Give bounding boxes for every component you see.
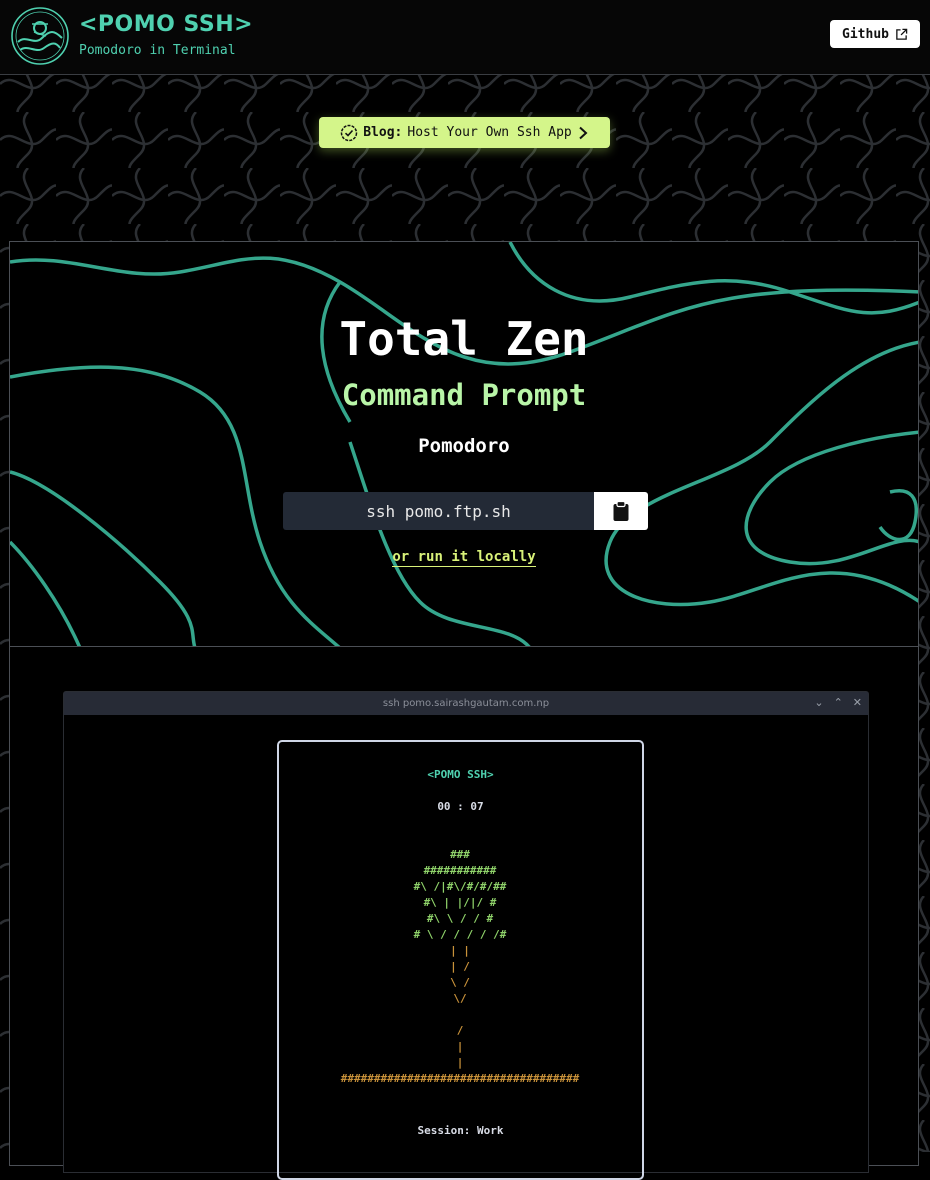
tree-line: |	[457, 1040, 464, 1053]
ssh-command-field[interactable]: ssh pomo.ftp.sh	[283, 492, 594, 530]
hero-section: Total Zen Command Prompt Pomodoro ssh po…	[9, 241, 919, 647]
site-header: <POMO SSH> Pomodoro in Terminal Github	[0, 0, 930, 75]
tree-line: ###########	[424, 864, 497, 877]
pomo-app-frame: <POMO SSH> 00 : 07 ### ########### #\ /|#\…	[277, 740, 644, 1180]
terminal-window: ssh pomo.sairashgautam.com.np ⌄ ⌃ ✕ <POM…	[63, 691, 869, 1180]
tree-line: |	[457, 1056, 464, 1069]
demo-section: ssh pomo.sairashgautam.com.np ⌄ ⌃ ✕ <POM…	[9, 646, 919, 1180]
brand-tagline: Pomodoro in Terminal	[79, 43, 236, 58]
tree-line: \/	[453, 992, 467, 1005]
terminal-title: ssh pomo.sairashgautam.com.np	[382, 698, 550, 709]
logo-icon[interactable]	[10, 6, 70, 66]
blog-prefix: Blog:	[363, 125, 403, 140]
hero-subtitle: Command Prompt	[341, 378, 587, 412]
copy-command-button[interactable]	[594, 492, 648, 530]
check-circle-icon	[340, 124, 358, 141]
pomo-timer: 00 : 07	[437, 800, 484, 813]
brand-name[interactable]: <POMO SSH>	[79, 12, 253, 37]
tree-line: \ /	[450, 976, 470, 989]
blog-text: Host Your Own Ssh App	[407, 125, 572, 140]
tree-line: /	[457, 1024, 464, 1037]
run-locally-link[interactable]: or run it locally	[10, 549, 918, 567]
tree-line: | /	[450, 960, 470, 973]
tree-line: # \ / / / / /#	[414, 928, 507, 941]
github-button[interactable]: Github	[830, 20, 920, 48]
blog-announcement-link[interactable]: Blog: Host Your Own Ssh App	[319, 117, 610, 148]
terminal-titlebar: ssh pomo.sairashgautam.com.np ⌄ ⌃ ✕	[64, 692, 868, 715]
tree-line: #\ | |/|/ #	[424, 896, 497, 909]
hero-title: Total Zen	[339, 312, 589, 366]
tree-line: ###	[450, 848, 470, 861]
pomo-app-title: <POMO SSH>	[427, 768, 494, 781]
pomo-session-label: Session: Work	[417, 1124, 504, 1137]
minimize-icon[interactable]: ⌄	[814, 696, 823, 709]
external-link-icon	[896, 28, 908, 40]
tree-line: ####################################	[341, 1072, 580, 1085]
github-label: Github	[842, 26, 889, 42]
close-icon[interactable]: ✕	[853, 696, 862, 709]
ascii-tree: ###############\ /|#\/#/#/###\ | |/|/ ##…	[341, 848, 580, 1085]
run-locally-label: or run it locally	[392, 549, 536, 567]
tree-line: | |	[450, 944, 470, 957]
tree-line: #\ \ / / #	[427, 912, 494, 925]
chevron-right-icon	[579, 126, 588, 139]
hero-tagline: Pomodoro	[418, 435, 510, 457]
clipboard-icon	[613, 500, 629, 521]
tree-line: #\ /|#\/#/#/##	[414, 880, 507, 893]
maximize-icon[interactable]: ⌃	[834, 696, 843, 709]
